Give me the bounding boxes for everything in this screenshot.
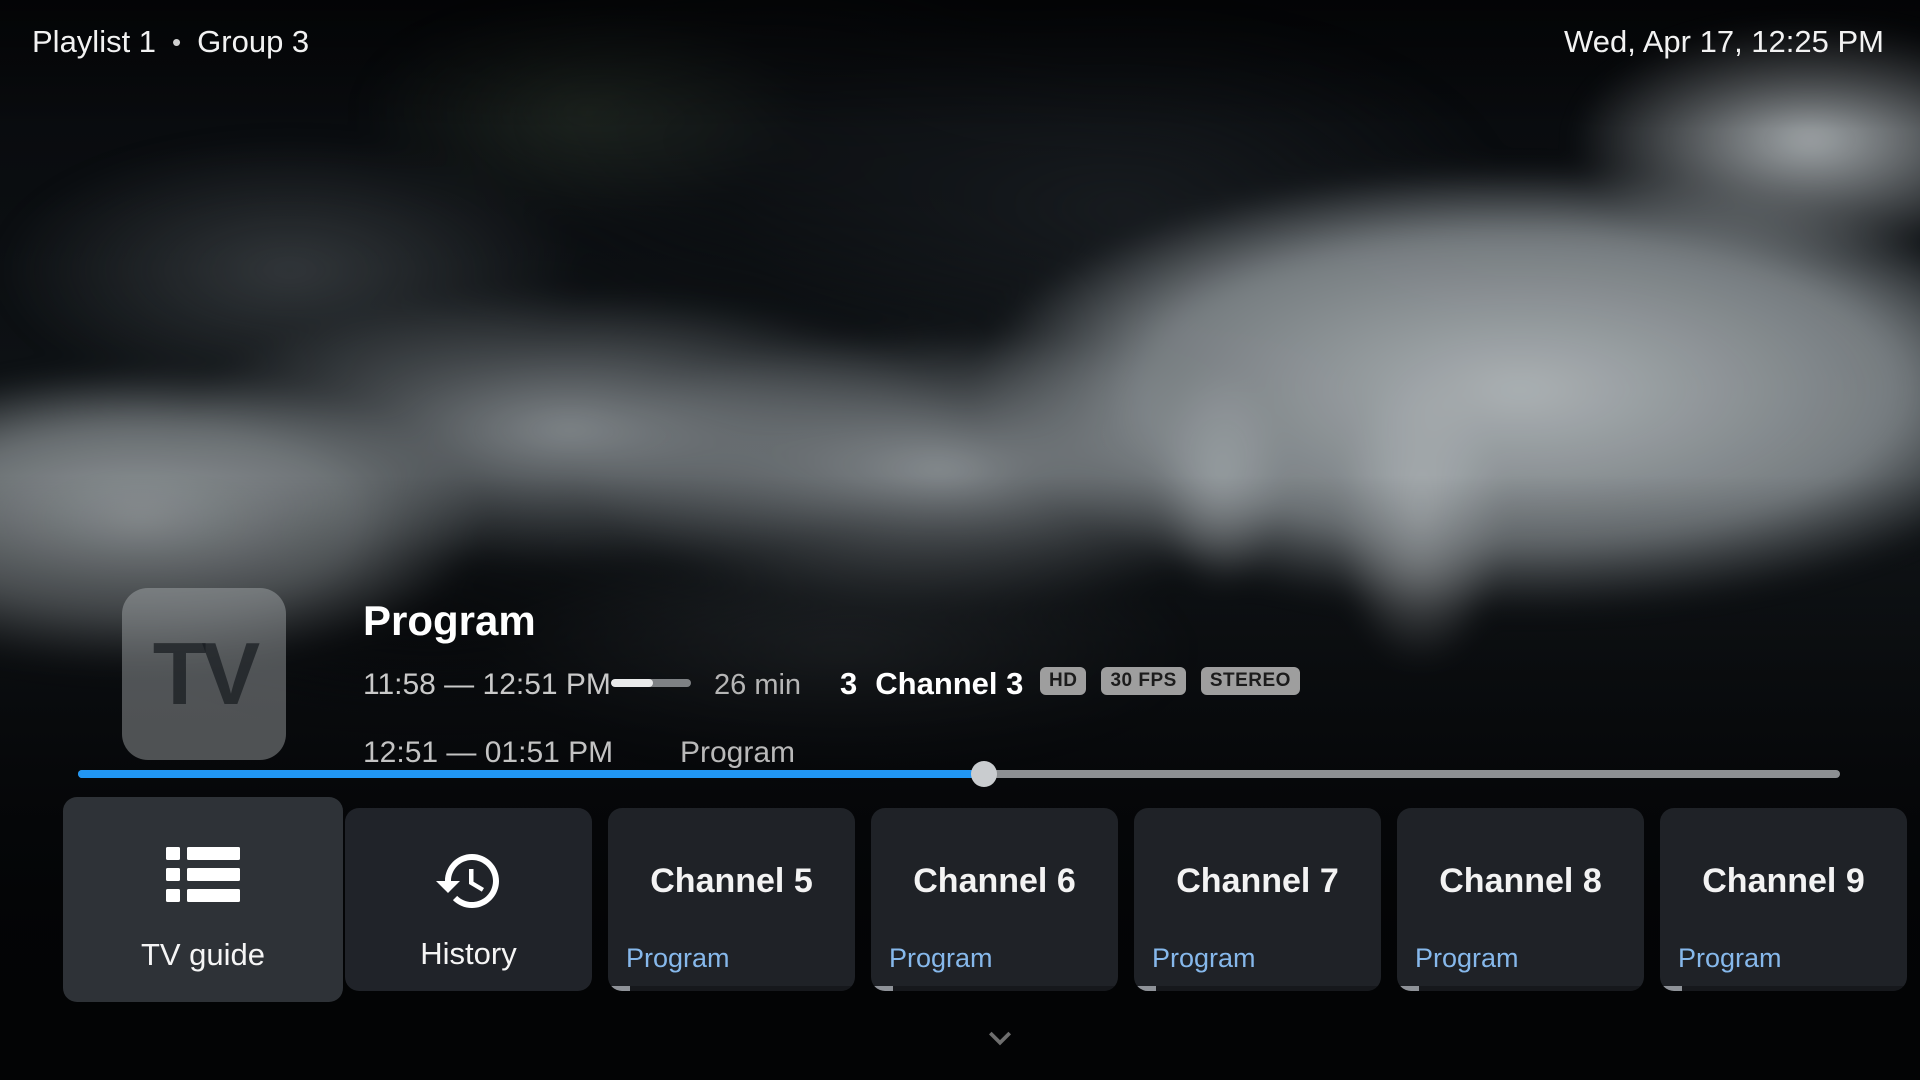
tv-guide-icon [166, 845, 240, 905]
playlist-name: Playlist 1 [32, 24, 156, 60]
program-mini-progress [611, 679, 691, 687]
channel-card-progress [871, 986, 1118, 991]
channel-card-progress-fill [1134, 986, 1156, 991]
group-name: Group 3 [197, 24, 309, 60]
channel-card-program: Program [889, 943, 993, 974]
channel-card-progress-fill [608, 986, 630, 991]
stream-badges: HD 30 FPS STEREO [1040, 667, 1300, 695]
channel-card-progress [1397, 986, 1644, 991]
hd-badge: HD [1040, 667, 1086, 695]
history-icon [433, 844, 505, 918]
seekbar-fill [78, 770, 984, 778]
channel-card[interactable]: Channel 7 Program [1134, 808, 1381, 991]
channel-card-name: Channel 9 [1660, 862, 1907, 901]
channel-logo-text: TV [153, 623, 255, 725]
channel-card-name: Channel 7 [1134, 862, 1381, 901]
current-program-time-range: 11:58 — 12:51 PM [363, 668, 611, 702]
channel-card[interactable]: Channel 8 Program [1397, 808, 1644, 991]
channel-card-program: Program [626, 943, 730, 974]
more-channels-button[interactable] [976, 1018, 1024, 1058]
seekbar[interactable] [78, 766, 1840, 782]
menu-item-tv-guide[interactable]: TV guide [63, 797, 343, 1002]
seekbar-handle[interactable] [971, 761, 997, 787]
channel-name: Channel 3 [875, 666, 1023, 702]
menu-item-history[interactable]: History [345, 808, 592, 991]
menu-item-label: History [420, 936, 516, 972]
player-screen: Playlist 1 • Group 3 Wed, Apr 17, 12:25 … [0, 0, 1920, 1080]
channel-logo: TV [122, 588, 286, 760]
channel-card[interactable]: Channel 5 Program [608, 808, 855, 991]
channel-card-name: Channel 6 [871, 862, 1118, 901]
channel-number: 3 [840, 666, 857, 702]
channel-card-program: Program [1415, 943, 1519, 974]
channel-card-progress [608, 986, 855, 991]
channel-card[interactable]: Channel 6 Program [871, 808, 1118, 991]
channel-card[interactable]: Channel 9 Program [1660, 808, 1907, 991]
channel-card-progress [1134, 986, 1381, 991]
fps-badge: 30 FPS [1101, 667, 1185, 695]
next-program-time-range: 12:51 — 01:51 PM [363, 736, 613, 770]
program-title: Program [363, 597, 536, 645]
playlist-group-label[interactable]: Playlist 1 • Group 3 [32, 24, 309, 60]
program-mini-progress-fill [611, 679, 653, 687]
separator-dot: • [172, 27, 181, 58]
channel-card-program: Program [1152, 943, 1256, 974]
channel-info: 3 Channel 3 [840, 666, 1023, 702]
remaining-time: 26 min [714, 669, 801, 702]
channel-card-progress [1660, 986, 1907, 991]
menu-item-label: TV guide [141, 937, 265, 973]
channel-card-progress-fill [1397, 986, 1419, 991]
channel-card-progress-fill [1660, 986, 1682, 991]
channel-card-program: Program [1678, 943, 1782, 974]
channel-card-name: Channel 5 [608, 862, 855, 901]
channel-card-name: Channel 8 [1397, 862, 1644, 901]
stereo-badge: STEREO [1201, 667, 1300, 695]
clock: Wed, Apr 17, 12:25 PM [1564, 24, 1884, 60]
channel-card-progress-fill [871, 986, 893, 991]
chevron-down-icon [978, 1016, 1022, 1060]
next-program-title: Program [680, 736, 795, 770]
